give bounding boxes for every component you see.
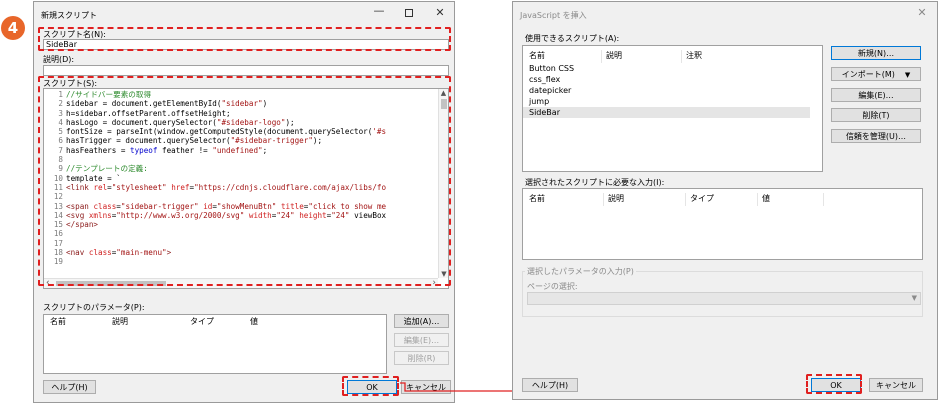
params-label: スクリプトのパラメータ(P):: [43, 303, 145, 312]
new-script-button[interactable]: 新規(N)…: [831, 46, 921, 60]
minimize-icon[interactable]: —: [372, 5, 386, 16]
edit-script-button[interactable]: 編集(E)…: [831, 88, 921, 102]
import-label: インポート(M): [841, 70, 895, 79]
page-select-label: ページの選択:: [527, 282, 578, 291]
help-button[interactable]: ヘルプ(H): [43, 380, 96, 394]
col-type[interactable]: タイプ: [685, 193, 714, 206]
highlight-script-name: [38, 27, 451, 51]
col-note[interactable]: 注釈: [681, 50, 702, 63]
col-name[interactable]: 名前: [529, 193, 545, 204]
col-desc[interactable]: 説明: [112, 316, 128, 327]
description-label: 説明(D):: [43, 55, 75, 64]
col-divider: [823, 193, 824, 206]
col-desc[interactable]: 説明: [601, 50, 622, 63]
params-list[interactable]: 名前 説明 タイプ 値: [43, 314, 387, 374]
close-icon[interactable]: ✕: [915, 7, 929, 18]
insert-javascript-dialog: JavaScript を挿入 ✕ 使用できるスクリプト(A): 名前 説明 注釈…: [512, 1, 938, 400]
help-button[interactable]: ヘルプ(H): [522, 378, 578, 392]
delete-param-button[interactable]: 削除(R): [394, 351, 449, 365]
edit-param-button[interactable]: 編集(E)…: [394, 333, 449, 347]
step-badge: 4: [1, 16, 25, 40]
col-name[interactable]: 名前: [50, 316, 66, 327]
chevron-down-icon: ▼: [911, 294, 917, 302]
dialog-title: JavaScript を挿入: [520, 11, 587, 20]
delete-script-button[interactable]: 削除(T): [831, 108, 921, 122]
available-scripts-list[interactable]: 名前 説明 注釈 Button CSS css_flex datepicker …: [522, 45, 823, 172]
col-type[interactable]: タイプ: [190, 316, 214, 327]
highlight-script-editor: [38, 76, 451, 286]
col-value[interactable]: 値: [757, 193, 770, 206]
highlight-ok-left: [342, 376, 399, 396]
script-item[interactable]: css_flex: [523, 74, 822, 85]
scripts-header: 名前 説明 注釈: [523, 46, 822, 63]
import-button[interactable]: インポート(M) ▼: [831, 67, 921, 81]
required-inputs-list[interactable]: 名前 説明 タイプ 値: [522, 188, 923, 260]
page-select[interactable]: ▼: [527, 292, 921, 305]
script-item[interactable]: Button CSS: [523, 63, 822, 74]
description-input[interactable]: [43, 65, 449, 76]
col-value[interactable]: 値: [250, 316, 258, 327]
script-item[interactable]: datepicker: [523, 85, 822, 96]
script-item-selected[interactable]: SideBar: [523, 107, 810, 118]
close-icon[interactable]: ✕: [433, 7, 447, 18]
cancel-button[interactable]: キャンセル: [869, 378, 923, 392]
dialog-title: 新規スクリプト: [41, 11, 97, 20]
highlight-ok-right: [806, 374, 862, 394]
params-header: 名前 説明 タイプ 値: [44, 315, 386, 327]
col-name[interactable]: 名前: [529, 50, 545, 61]
required-inputs-label: 選択されたスクリプトに必要な入力(I):: [525, 178, 665, 187]
available-scripts-label: 使用できるスクリプト(A):: [525, 34, 620, 43]
script-item[interactable]: jump: [523, 96, 822, 107]
col-desc[interactable]: 説明: [603, 193, 624, 206]
add-param-button[interactable]: 追加(A)…: [394, 314, 449, 328]
dropdown-arrow-icon: ▼: [904, 71, 911, 79]
param-group-label: 選択したパラメータの入力(P): [525, 266, 636, 277]
inputs-header: 名前 説明 タイプ 値: [523, 189, 922, 206]
maximize-icon[interactable]: [402, 8, 416, 18]
manage-trust-button[interactable]: 信頼を管理(U)…: [831, 129, 921, 143]
